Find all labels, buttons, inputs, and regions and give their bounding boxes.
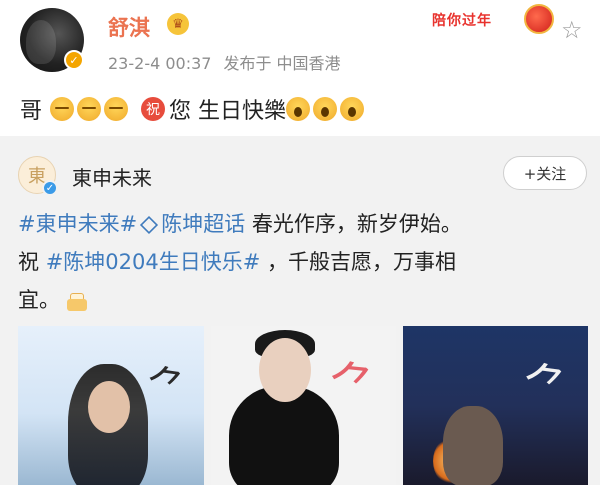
post-source: 发布于 中国香港 [223, 54, 341, 73]
repost-text-line: 祝 #陈坤0204生日快乐# ，千般吉愿，万事相 [18, 246, 456, 276]
repost-verified-icon: ✓ [42, 180, 58, 196]
sleepy-emoji-icon [50, 97, 75, 121]
post-text-prefix: 哥 [20, 99, 43, 124]
sleepy-emoji-icon [104, 97, 129, 121]
post-text-main: 您 生日快樂 [169, 99, 287, 124]
lantern-icon [524, 4, 554, 34]
calligraphy-decoration: ⺈ [142, 361, 189, 413]
star-icon[interactable]: ☆ [561, 16, 583, 44]
hashtag-link[interactable]: #陈坤0204生日快乐# [46, 250, 261, 274]
sleepy-emoji-icon [77, 97, 102, 121]
shocked-emoji-icon [340, 97, 365, 121]
diamond-icon [140, 215, 159, 235]
follow-button[interactable]: +关注 [503, 156, 587, 190]
badge-text: 陪你过年 [432, 13, 492, 29]
repost-username[interactable]: 東申未来 [72, 162, 152, 191]
cake-emoji-icon [66, 291, 88, 311]
repost-text-line: 宜。 [18, 284, 88, 314]
repost-text: 春光作序，新岁伊始。 [245, 212, 462, 236]
post-meta: 23-2-4 00:37 发布于 中国香港 [108, 50, 341, 74]
shocked-emoji-icon [313, 97, 338, 121]
repost-photo[interactable]: ⺈ [403, 326, 588, 485]
supertopic-link[interactable]: 陈坤超话 [137, 212, 245, 236]
post-date: 23-2-4 00:37 [108, 54, 212, 73]
repost-text-line: #東申未来# 陈坤超话 春光作序，新岁伊始。 [18, 208, 462, 238]
crown-icon: ♛ [167, 13, 189, 35]
supertopic-label: 陈坤超话 [161, 212, 246, 236]
calligraphy-decoration: ⺈ [324, 355, 379, 417]
zhu-emoji-icon: 祝 [141, 97, 166, 121]
repost-photo[interactable]: ⺈ [211, 326, 396, 485]
repost-text: 祝 [18, 250, 46, 274]
verified-badge-icon: ✓ [64, 50, 84, 70]
shocked-emoji-icon [286, 97, 311, 121]
calligraphy-decoration: ⺈ [518, 356, 572, 416]
repost-photo[interactable]: ⺈ [18, 326, 204, 485]
username[interactable]: 舒淇 [108, 12, 150, 42]
repost-text: ，千般吉愿，万事相 [260, 250, 457, 274]
new-year-badge[interactable]: 陪你过年 [432, 4, 562, 34]
reposted-card[interactable]: 東 ✓ 東申未来 +关注 #東申未来# 陈坤超话 春光作序，新岁伊始。 祝 #陈坤… [0, 136, 600, 485]
post-header: ✓ 舒淇 ♛ 23-2-4 00:37 发布于 中国香港 陪你过年 ☆ [0, 0, 600, 82]
post-text: 哥 祝 您 生日快樂 [20, 92, 367, 126]
repost-text: 宜。 [18, 288, 60, 312]
hashtag-link[interactable]: #東申未来# [18, 212, 137, 236]
